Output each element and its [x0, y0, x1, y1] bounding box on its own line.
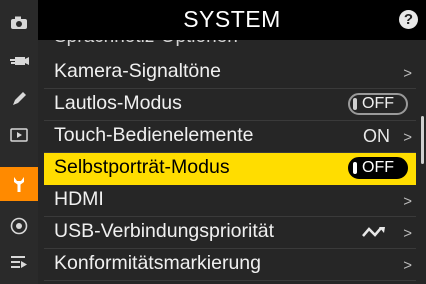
- usb-connection-icon: [362, 227, 385, 237]
- toggle-knob: [353, 98, 357, 110]
- wrench-icon: [14, 177, 24, 192]
- scrollbar[interactable]: [421, 116, 424, 164]
- settings-list: Sprachnotiz-Optionen Kamera-Signaltöne >…: [38, 40, 426, 284]
- toggle-knob: [353, 162, 357, 174]
- silent-mode-toggle[interactable]: OFF: [348, 93, 408, 115]
- menu-item-label: Konformitätsmarkierung: [54, 252, 261, 274]
- photo-shooting-tab[interactable]: [0, 8, 38, 38]
- movie-shooting-tab[interactable]: [0, 46, 38, 76]
- menu-item-touch-controls[interactable]: Touch-Bedienelemente ON >: [44, 121, 416, 153]
- menu-item-silent-mode[interactable]: Lautlos-Modus OFF: [44, 89, 416, 121]
- setup-tab[interactable]: [0, 167, 38, 201]
- partially-hidden-item: Sprachnotiz-Optionen: [54, 40, 238, 48]
- chevron-right-icon: >: [403, 257, 412, 274]
- movie-camera-icon: [10, 57, 29, 65]
- menu-item-label: USB-Verbindungspriorität: [54, 220, 275, 242]
- menu-item-label: Touch-Bedienelemente: [54, 124, 254, 146]
- custom-settings-tab[interactable]: [0, 84, 38, 114]
- menu-item-beep[interactable]: Kamera-Signaltöne >: [44, 57, 416, 89]
- chevron-right-icon: >: [403, 193, 412, 210]
- pencil-icon: [13, 92, 26, 105]
- network-icon: [10, 217, 28, 235]
- help-icon[interactable]: ?: [399, 10, 418, 29]
- my-menu-tab[interactable]: [0, 247, 38, 277]
- my-menu-icon: [11, 256, 27, 268]
- camera-menu-screen: SYSTEM ? Sprachnotiz-Optionen Kamera-Sig…: [0, 0, 426, 284]
- chevron-right-icon: >: [403, 129, 412, 146]
- menu-item-label: HDMI: [54, 188, 104, 210]
- menu-item-label: Kamera-Signaltöne: [54, 60, 221, 82]
- chevron-right-icon: >: [403, 65, 412, 82]
- playback-tab[interactable]: [0, 120, 38, 150]
- menu-item-hdmi[interactable]: HDMI >: [44, 185, 416, 217]
- menu-item-conformity[interactable]: Konformitätsmarkierung >: [44, 249, 416, 281]
- selfie-mode-toggle[interactable]: OFF: [348, 157, 408, 179]
- camera-icon: [11, 16, 27, 29]
- menu-item-label: Selbstporträt-Modus: [54, 156, 230, 178]
- menu-item-usb-priority[interactable]: USB-Verbindungspriorität >: [44, 217, 416, 249]
- menu-sidebar: [0, 0, 38, 284]
- playback-icon: [10, 128, 28, 142]
- page-title: SYSTEM: [183, 6, 281, 32]
- toggle-value: OFF: [362, 95, 394, 112]
- network-tab[interactable]: [0, 211, 38, 241]
- menu-item-label: Lautlos-Modus: [54, 92, 182, 114]
- menu-item-selfie-mode[interactable]: Selbstporträt-Modus OFF: [44, 153, 416, 185]
- menu-header: SYSTEM ?: [38, 0, 426, 40]
- toggle-value: OFF: [362, 159, 394, 176]
- chevron-right-icon: >: [403, 225, 412, 242]
- menu-item-value: ON: [363, 126, 390, 146]
